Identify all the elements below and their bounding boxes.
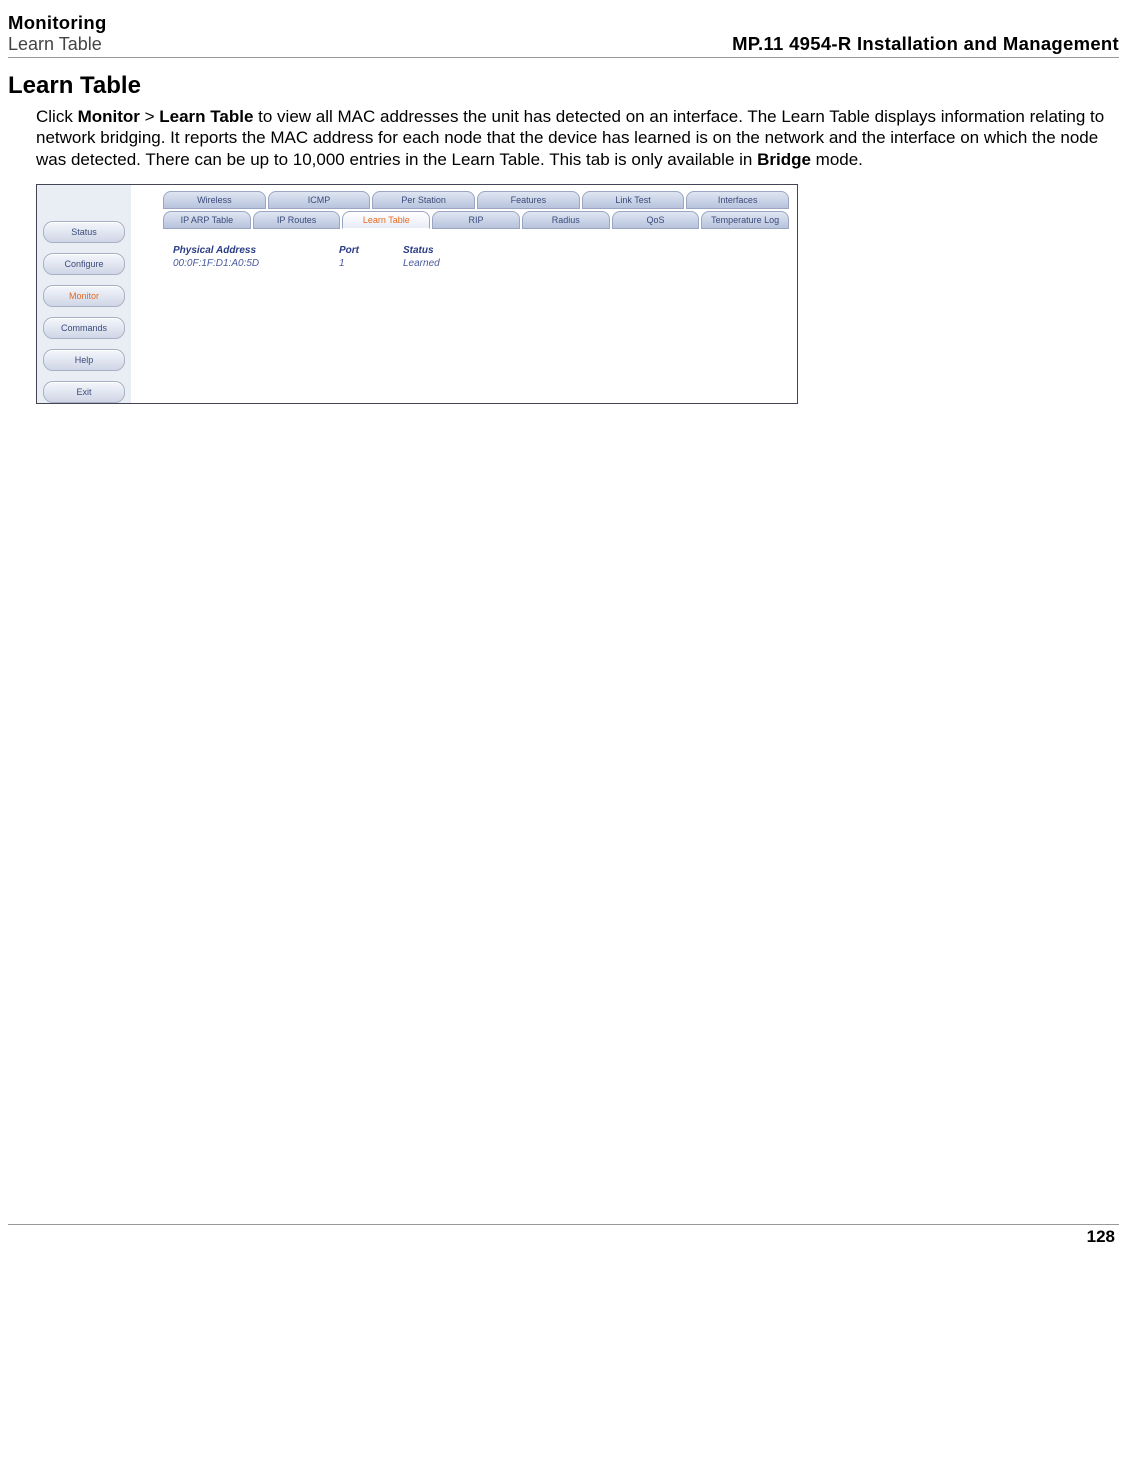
tab-interfaces[interactable]: Interfaces	[686, 191, 789, 209]
tab-ip-arp-table[interactable]: IP ARP Table	[163, 211, 251, 229]
page-number: 128	[8, 1224, 1119, 1247]
tab-ip-routes[interactable]: IP Routes	[253, 211, 341, 229]
body-paragraph: Click Monitor > Learn Table to view all …	[36, 106, 1119, 170]
tab-link-test[interactable]: Link Test	[582, 191, 685, 209]
td-physical-address: 00:0F:1F:D1:A0:5D	[173, 258, 303, 269]
sidebar: Status Configure Monitor Commands Help E…	[37, 185, 131, 403]
sidebar-item-exit[interactable]: Exit	[43, 381, 125, 403]
tab-learn-table[interactable]: Learn Table	[342, 211, 430, 229]
body-text: Click	[36, 107, 78, 126]
screenshot-ui: Status Configure Monitor Commands Help E…	[36, 184, 798, 404]
body-text: >	[140, 107, 159, 126]
header-left-title: Monitoring	[8, 12, 107, 34]
table-header-row: Physical Address Port Status	[173, 245, 791, 256]
sidebar-item-help[interactable]: Help	[43, 349, 125, 371]
body-bold-learn-table: Learn Table	[159, 107, 253, 126]
th-physical-address: Physical Address	[173, 245, 303, 256]
tab-features[interactable]: Features	[477, 191, 580, 209]
tab-wireless[interactable]: Wireless	[163, 191, 266, 209]
learn-table-content: Physical Address Port Status 00:0F:1F:D1…	[173, 245, 791, 269]
sidebar-item-configure[interactable]: Configure	[43, 253, 125, 275]
tab-icmp[interactable]: ICMP	[268, 191, 371, 209]
tab-radius[interactable]: Radius	[522, 211, 610, 229]
sidebar-item-commands[interactable]: Commands	[43, 317, 125, 339]
td-status: Learned	[403, 258, 463, 269]
body-bold-monitor: Monitor	[78, 107, 140, 126]
header-right-title: MP.11 4954-R Installation and Management	[732, 33, 1119, 55]
th-port: Port	[339, 245, 367, 256]
th-status: Status	[403, 245, 463, 256]
header-left-subtitle: Learn Table	[8, 34, 107, 55]
section-title: Learn Table	[8, 72, 1119, 100]
tab-qos[interactable]: QoS	[612, 211, 700, 229]
body-bold-bridge: Bridge	[757, 150, 811, 169]
main-panel: Wireless ICMP Per Station Features Link …	[131, 185, 797, 403]
td-port: 1	[339, 258, 367, 269]
tab-rip[interactable]: RIP	[432, 211, 520, 229]
table-row: 00:0F:1F:D1:A0:5D 1 Learned	[173, 258, 791, 269]
tab-row-1: Wireless ICMP Per Station Features Link …	[163, 191, 791, 209]
sidebar-item-monitor[interactable]: Monitor	[43, 285, 125, 307]
sidebar-item-status[interactable]: Status	[43, 221, 125, 243]
body-text: mode.	[811, 150, 863, 169]
tab-temperature-log[interactable]: Temperature Log	[701, 211, 789, 229]
tab-row-2: IP ARP Table IP Routes Learn Table RIP R…	[163, 211, 791, 229]
tab-per-station[interactable]: Per Station	[372, 191, 475, 209]
